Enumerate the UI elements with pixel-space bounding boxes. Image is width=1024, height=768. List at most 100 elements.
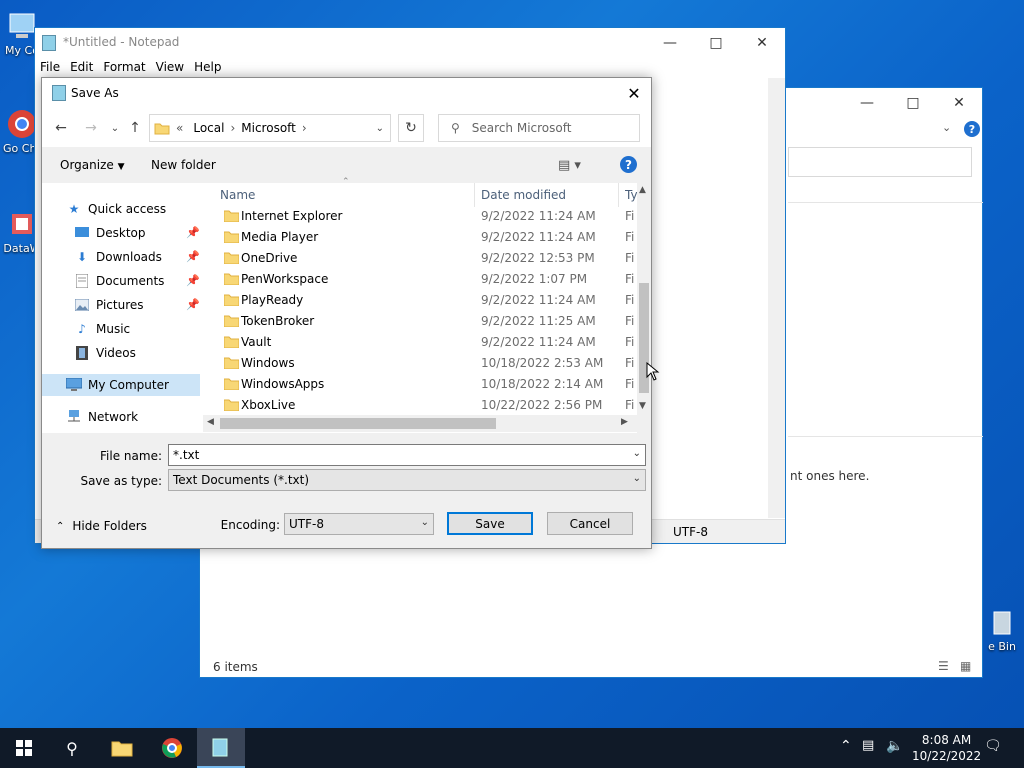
breadcrumb-microsoft[interactable]: Microsoft	[241, 121, 296, 135]
forward-button[interactable]: →	[81, 118, 101, 138]
notepad-vertical-scrollbar[interactable]	[768, 78, 785, 518]
cancel-button[interactable]: Cancel	[547, 512, 633, 535]
organize-button[interactable]: Organize ▼	[60, 158, 125, 172]
hide-folders-label: Hide Folders	[72, 519, 147, 533]
clock[interactable]: 8:08 AM 10/22/2022	[912, 732, 981, 764]
desktop-icon-recycle-bin[interactable]: e Bin	[980, 606, 1024, 653]
column-header-name[interactable]: Name	[220, 183, 470, 207]
explorer-close-button[interactable]: ✕	[936, 88, 982, 118]
notepad-close-button[interactable]: ✕	[739, 28, 785, 58]
scroll-up-arrow-icon[interactable]: ▲	[639, 185, 646, 195]
back-button[interactable]: ←	[51, 118, 71, 138]
menu-view[interactable]: View	[151, 58, 189, 78]
file-date: 10/18/2022 2:14 AM	[481, 377, 604, 391]
notepad-maximize-button[interactable]: □	[693, 28, 739, 58]
chevron-down-icon[interactable]: ⌄	[942, 121, 951, 134]
explorer-address-bar[interactable]	[788, 147, 972, 177]
chevron-down-icon[interactable]: ⌄	[633, 448, 641, 459]
file-row[interactable]: TokenBroker 9/2/2022 11:25 AM Fi	[216, 311, 637, 332]
hide-folders-button[interactable]: ⌃ Hide Folders	[56, 519, 147, 533]
nav-downloads[interactable]: ⬇ Downloads	[74, 246, 162, 268]
recent-locations-button[interactable]: ⌄	[105, 118, 125, 138]
address-dropdown-icon[interactable]: ⌄	[376, 123, 384, 134]
refresh-button[interactable]: ↻	[398, 114, 424, 142]
column-header-type[interactable]: Ty	[625, 183, 637, 207]
tiles-view-icon[interactable]: ▦	[960, 659, 971, 673]
file-row[interactable]: WindowsApps 10/18/2022 2:14 AM Fi	[216, 374, 637, 395]
nav-desktop[interactable]: Desktop	[74, 222, 146, 244]
nav-videos[interactable]: Videos	[74, 342, 136, 364]
breadcrumb[interactable]: « Local › Microsoft › ⌄	[149, 114, 391, 142]
chevron-up-icon[interactable]: ⌃	[840, 738, 852, 754]
pin-icon[interactable]: 📌	[186, 250, 200, 263]
volume-icon[interactable]: 🔈	[886, 738, 903, 754]
folder-icon	[224, 399, 239, 411]
notepad-minimize-button[interactable]: —	[647, 28, 693, 58]
divider	[788, 436, 983, 437]
up-button[interactable]: ↑	[125, 118, 145, 138]
explorer-maximize-button[interactable]: □	[890, 88, 936, 118]
dialog-navbar: ← → ⌄ ↑ « Local › Microsoft › ⌄ ↻ ⚲ Sear…	[42, 109, 651, 147]
nav-documents[interactable]: Documents	[74, 270, 164, 292]
nav-quick-access[interactable]: ★ Quick access	[66, 198, 167, 220]
start-button[interactable]	[0, 728, 48, 768]
file-name-input[interactable]: *.txt ⌄	[168, 444, 646, 466]
details-view-icon[interactable]: ☰	[938, 659, 949, 673]
nav-music[interactable]: ♪ Music	[74, 318, 130, 340]
breadcrumb-local[interactable]: Local	[193, 121, 224, 135]
explorer-minimize-button[interactable]: —	[844, 88, 890, 118]
desktop-icon	[74, 225, 90, 241]
network-icon[interactable]: ▤	[862, 738, 874, 753]
file-name: Media Player	[241, 230, 319, 244]
dialog-close-button[interactable]: ✕	[617, 78, 651, 109]
nav-label: Downloads	[96, 250, 162, 264]
scroll-down-arrow-icon[interactable]: ▼	[639, 401, 646, 411]
menu-edit[interactable]: Edit	[65, 58, 98, 78]
nav-pictures[interactable]: Pictures	[74, 294, 144, 316]
file-row[interactable]: Internet Explorer 9/2/2022 11:24 AM Fi	[216, 206, 637, 227]
horizontal-scroll-thumb[interactable]	[220, 418, 496, 429]
file-type: Fi	[625, 209, 635, 223]
file-row[interactable]: Vault 9/2/2022 11:24 AM Fi	[216, 332, 637, 353]
file-name: TokenBroker	[241, 314, 315, 328]
save-button[interactable]: Save	[447, 512, 533, 535]
help-icon[interactable]: ?	[620, 156, 637, 173]
windows-icon	[16, 740, 32, 756]
menu-format[interactable]: Format	[98, 58, 150, 78]
search-button[interactable]: ⚲	[48, 728, 96, 768]
mouse-cursor-icon	[646, 362, 660, 381]
taskbar-notepad[interactable]	[197, 728, 245, 768]
file-row[interactable]: Media Player 9/2/2022 11:24 AM Fi	[216, 227, 637, 248]
file-row[interactable]: XboxLive 10/22/2022 2:56 PM Fi	[216, 395, 637, 416]
taskbar-file-explorer[interactable]	[98, 728, 146, 768]
nav-my-computer[interactable]: My Computer	[66, 374, 169, 396]
nav-label: Videos	[96, 346, 136, 360]
nav-network[interactable]: Network	[66, 406, 138, 428]
notification-icon[interactable]: 🗨	[984, 738, 1002, 754]
file-row[interactable]: PlayReady 9/2/2022 11:24 AM Fi	[216, 290, 637, 311]
menu-help[interactable]: Help	[189, 58, 226, 78]
column-header-date[interactable]: Date modified	[481, 183, 611, 207]
encoding-select[interactable]: UTF-8 ⌄	[284, 513, 434, 535]
pin-icon[interactable]: 📌	[186, 226, 200, 239]
file-type: Fi	[625, 251, 635, 265]
file-list-horizontal-scrollbar[interactable]: ◀ ▶	[203, 415, 637, 432]
taskbar: ⚲ ⌃ ▤ 🔈 8:08 AM 10/22/2022 🗨	[0, 728, 1024, 768]
file-row[interactable]: OneDrive 9/2/2022 12:53 PM Fi	[216, 248, 637, 269]
taskbar-chrome[interactable]	[148, 728, 196, 768]
clock-date: 10/22/2022	[912, 749, 982, 763]
notepad-encoding: UTF-8	[673, 525, 708, 539]
menu-file[interactable]: File	[35, 58, 65, 78]
pin-icon[interactable]: 📌	[186, 298, 200, 311]
view-options-icon[interactable]: ▤ ▾	[558, 158, 581, 173]
scroll-left-arrow-icon[interactable]: ◀	[207, 417, 214, 427]
file-row[interactable]: PenWorkspace 9/2/2022 1:07 PM Fi	[216, 269, 637, 290]
search-input[interactable]: ⚲ Search Microsoft	[438, 114, 640, 142]
new-folder-button[interactable]: New folder	[151, 158, 216, 172]
pin-icon[interactable]: 📌	[186, 274, 200, 287]
scroll-right-arrow-icon[interactable]: ▶	[621, 417, 628, 427]
save-as-type-select[interactable]: Text Documents (*.txt) ⌄	[168, 469, 646, 491]
help-icon[interactable]: ?	[964, 121, 980, 137]
file-row[interactable]: Windows 10/18/2022 2:53 AM Fi	[216, 353, 637, 374]
folder-icon	[224, 378, 239, 390]
